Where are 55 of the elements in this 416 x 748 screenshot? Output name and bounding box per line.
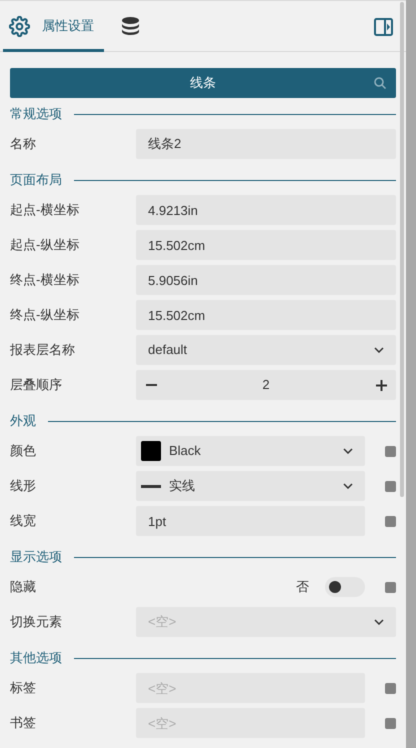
search-icon <box>374 77 386 89</box>
reset-button[interactable] <box>385 516 396 526</box>
text-field[interactable]: <空> <box>136 673 365 703</box>
solid-line-icon <box>141 484 161 488</box>
stepper-field[interactable]: 2 <box>136 370 396 400</box>
field-label: 终点-纵坐标 <box>10 306 80 324</box>
field-label: 线宽 <box>10 512 37 530</box>
text-field[interactable]: 15.502cm <box>136 230 396 260</box>
chevron-down-icon <box>343 448 353 454</box>
field-label: 报表层名称 <box>10 341 76 360</box>
scrollbar-thumb[interactable] <box>400 2 404 497</box>
color-select[interactable]: Black <box>136 436 365 466</box>
search-bar[interactable]: 线条 <box>10 68 396 98</box>
text-field[interactable]: 15.502cm <box>136 300 396 330</box>
field-label: 终点-横坐标 <box>10 271 80 290</box>
text-field[interactable]: 5.9056in <box>136 265 396 295</box>
field-label: 颜色 <box>10 442 37 460</box>
stepper-value: 2 <box>261 376 271 394</box>
chevron-down-icon <box>374 347 384 353</box>
reset-button[interactable] <box>385 446 396 456</box>
section-title: 页面布局 <box>10 171 62 190</box>
line-style-select[interactable]: 实线 <box>136 471 365 501</box>
field-label: 名称 <box>10 135 37 154</box>
settings-icon <box>9 16 30 36</box>
reset-button[interactable] <box>385 718 396 728</box>
text-field[interactable]: 1pt <box>136 506 365 536</box>
toggle-value: 否 <box>296 578 309 596</box>
text-field[interactable]: 4.9213in <box>136 195 396 225</box>
field-label: 标签 <box>10 679 37 698</box>
section-title: 其他选项 <box>10 649 62 668</box>
database-icon <box>122 17 139 35</box>
section-title: 常规选项 <box>10 105 62 124</box>
field-label: 起点-横坐标 <box>10 201 80 220</box>
minus-icon <box>146 384 156 386</box>
search-bar-title: 线条 <box>190 74 216 92</box>
chevron-down-icon <box>343 483 353 489</box>
field-label: 隐藏 <box>10 578 37 596</box>
field-label: 线形 <box>10 477 37 496</box>
text-field[interactable]: 线条2 <box>136 129 396 159</box>
field-label: 书签 <box>10 714 37 732</box>
plus-icon <box>376 380 386 390</box>
section-title: 显示选项 <box>10 548 62 566</box>
chevron-down-icon <box>374 619 384 625</box>
reset-button[interactable] <box>385 682 396 694</box>
field-label: 起点-纵坐标 <box>10 236 80 254</box>
tab[interactable]: 属性设置 <box>3 4 104 52</box>
field-label: 层叠顺序 <box>10 376 63 394</box>
field-label: 切换元素 <box>10 613 63 632</box>
select-field[interactable]: default <box>136 335 396 365</box>
text-field[interactable]: <空> <box>136 708 365 738</box>
section-title: 外观 <box>10 412 36 430</box>
reset-button[interactable] <box>385 480 396 492</box>
reset-button[interactable] <box>385 582 396 592</box>
toggle-switch[interactable] <box>325 577 365 597</box>
panel-collapse-icon[interactable] <box>374 18 393 36</box>
